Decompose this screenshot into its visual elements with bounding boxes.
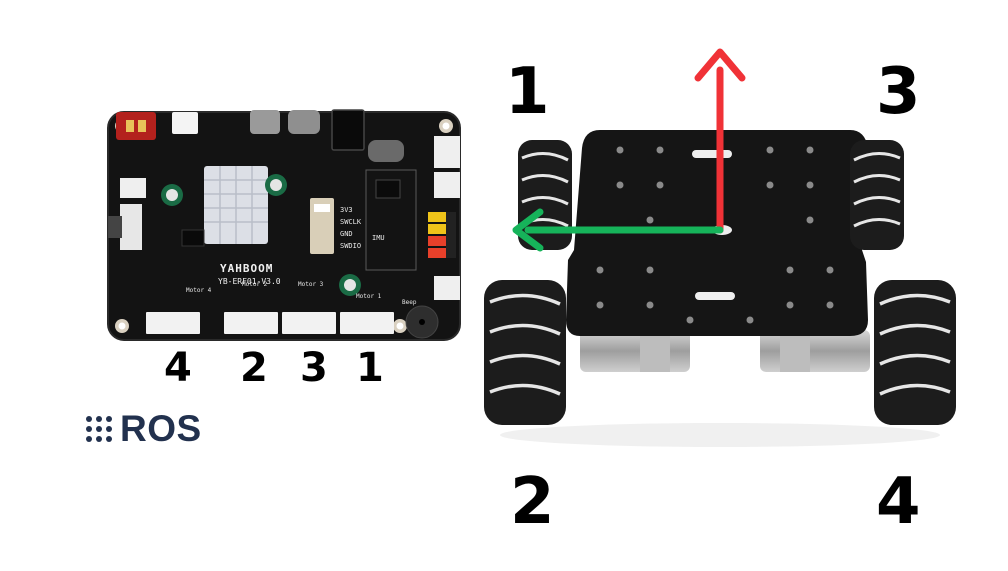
ros-dots-icon [86, 416, 112, 442]
svg-text:Motor 4: Motor 4 [186, 287, 212, 294]
beep-label: Beep [402, 299, 417, 306]
wheel-front-right [850, 140, 904, 250]
board-port-number-2: 2 [240, 345, 268, 391]
imu-label: IMU [372, 234, 385, 242]
board-port-number-1: 1 [356, 345, 384, 391]
swd-pin-3v3: 3V3 [340, 206, 353, 214]
car-corner-number-rear-left: 2 [510, 465, 555, 539]
heat-sink [204, 166, 268, 244]
svg-text:Motor 1: Motor 1 [356, 293, 382, 300]
svg-text:Motor 2: Motor 2 [242, 281, 268, 288]
board-port-number-4: 4 [164, 345, 192, 391]
board-brand-silkscreen: YAHBOOM [220, 262, 273, 275]
swd-pin-gnd: GND [340, 230, 353, 238]
usb-c-port [288, 110, 320, 134]
car-corner-number-front-left: 1 [505, 55, 550, 129]
ros-logo-text: ROS [120, 408, 202, 449]
ros-logo: ROS [86, 408, 202, 450]
swd-header [310, 198, 334, 254]
controller-board: 3V3 SWCLK GND SWDIO IMU YAHBOOM YB-ERF01… [107, 109, 461, 341]
dc-jack [331, 109, 365, 151]
svg-text:Motor 3: Motor 3 [298, 281, 324, 288]
swd-pin-swdio: SWDIO [340, 242, 361, 250]
board-port-number-3: 3 [300, 345, 328, 391]
battery-connector [116, 112, 156, 140]
wheel-rear-right [874, 280, 956, 425]
rear-motors [580, 330, 870, 372]
swd-pin-swclk: SWCLK [340, 218, 362, 226]
car-corner-number-rear-right: 4 [876, 465, 921, 539]
car-corner-number-front-right: 3 [876, 55, 921, 129]
wheel-rear-left [484, 280, 566, 425]
micro-usb-port [250, 110, 280, 134]
